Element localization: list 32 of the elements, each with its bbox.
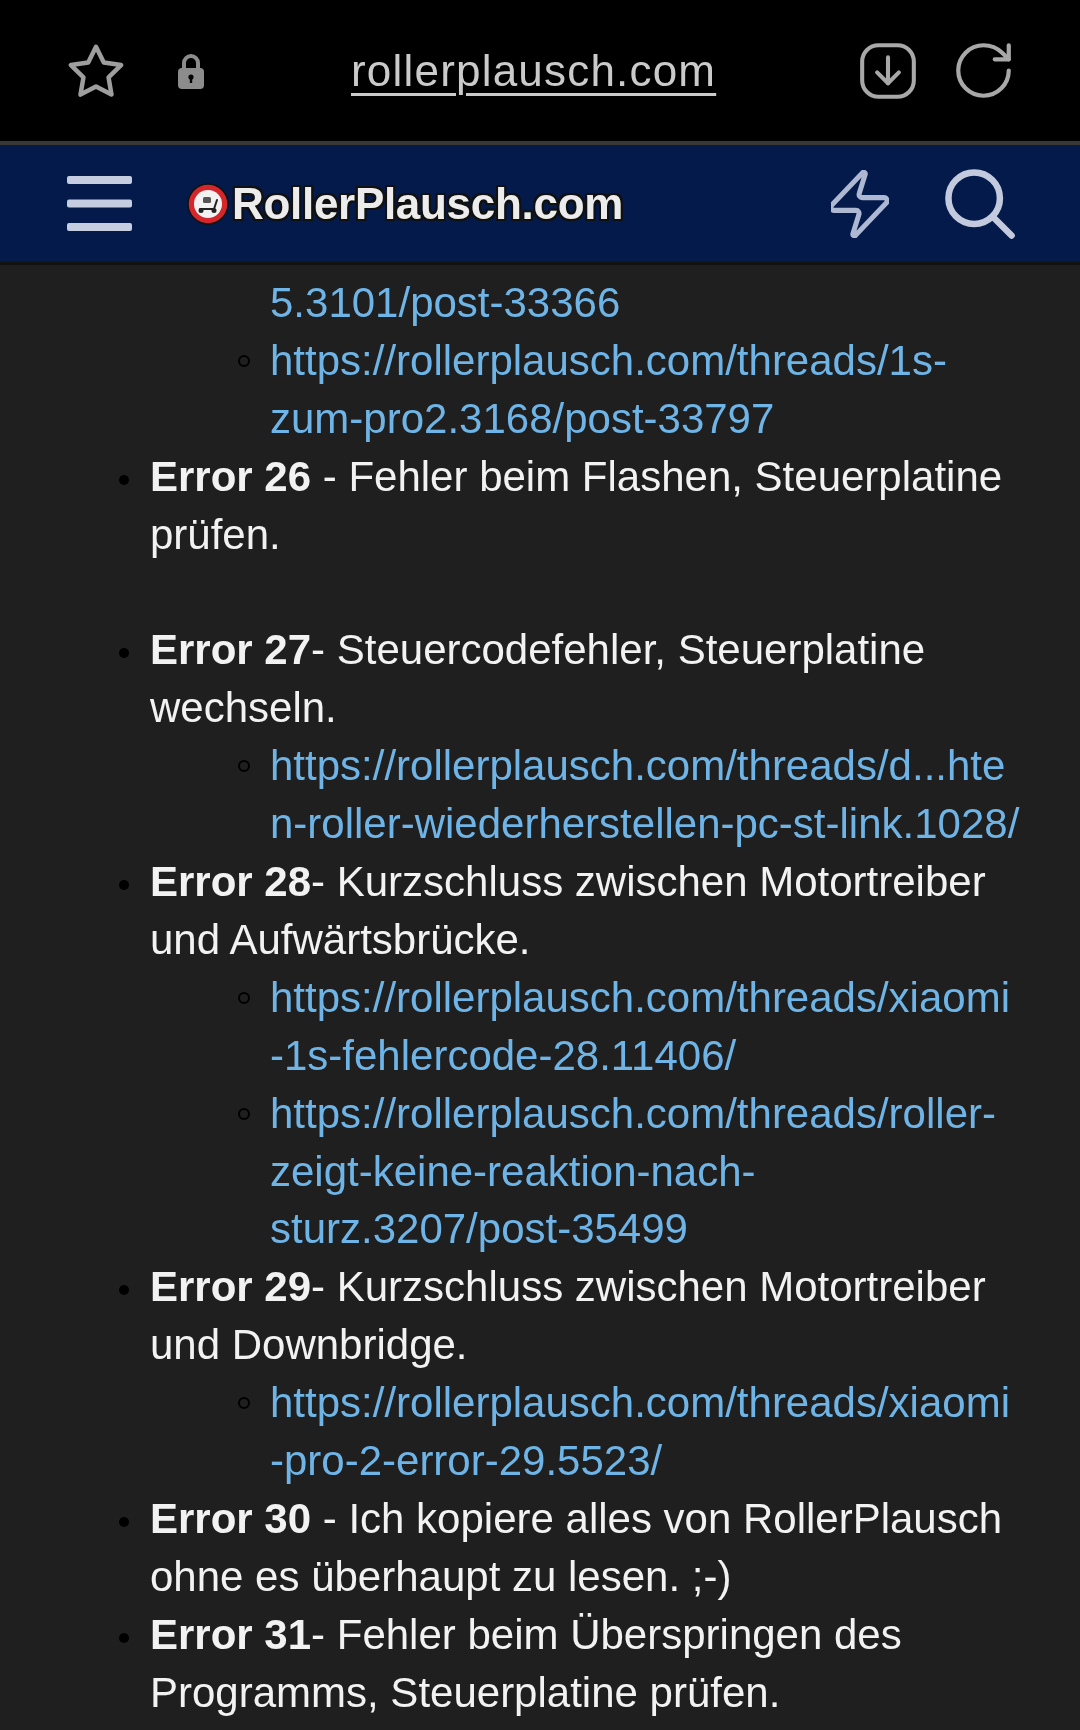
sub-bullet-icon (238, 1397, 250, 1410)
menu-icon[interactable] (67, 176, 132, 231)
thread-link[interactable]: https://rollerplausch.com/threads/roller-zeigt-keine-reaktion-nach-sturz.3207/post-35499 (270, 1084, 1022, 1259)
bullet-icon (119, 880, 129, 891)
error-description: Error 30 - Ich kopiere alles von RollerPlausch ohne es überhaupt zu lesen. ;-) (150, 1494, 1004, 1602)
logo-emblem-icon (187, 182, 229, 225)
error-description: Error 27- Steuercodefehler, Steuerplatine wechseln. (150, 625, 927, 734)
search-icon[interactable] (944, 168, 1016, 239)
reload-icon[interactable] (956, 43, 1011, 98)
url-text[interactable]: rollerplausch.com (351, 42, 717, 99)
error-description: Error 31- Fehler beim Überspringen des Programms, Steuerplatine prüfen. (150, 1609, 903, 1718)
error-description: Error 26 - Fehler beim Flashen, Steuerplatine prüfen. (150, 451, 1004, 560)
star-icon[interactable] (68, 43, 124, 98)
bullet-icon (119, 1285, 129, 1296)
thread-link[interactable]: https://rollerplausch.com/threads/d...hten-roller-wiederherstellen-pc-st-link.1028/ (270, 737, 1022, 854)
logo-text[interactable]: RollerPlausch.com (232, 177, 624, 230)
thread-link[interactable]: 5.3101/post-33366 (270, 274, 1022, 332)
thread-link[interactable]: https://rollerplausch.com/threads/1s-zum-pro2.3168/post-33797 (270, 331, 1022, 448)
thread-link[interactable]: https://rollerplausch.com/threads/xiaomi-pro-2-error-29.5523/ (270, 1374, 1022, 1490)
lock-icon[interactable] (177, 51, 205, 90)
sub-bullet-icon (238, 991, 250, 1004)
bullet-icon (119, 648, 129, 659)
sub-bullet-icon (238, 760, 250, 773)
lightning-icon[interactable] (831, 169, 889, 238)
bullet-icon (119, 474, 129, 485)
error-description: Error 28- Kurzschluss zwischen Motortreiber und Aufwärtsbrücke. (150, 857, 987, 965)
bullet-icon (119, 1632, 129, 1643)
bullet-icon (119, 1517, 129, 1527)
sub-bullet-icon (238, 1107, 250, 1120)
download-icon[interactable] (860, 42, 916, 99)
error-description: Error 29- Kurzschluss zwischen Motortreiber und Downbridge. (150, 1262, 987, 1371)
sub-bullet-icon (238, 354, 250, 367)
